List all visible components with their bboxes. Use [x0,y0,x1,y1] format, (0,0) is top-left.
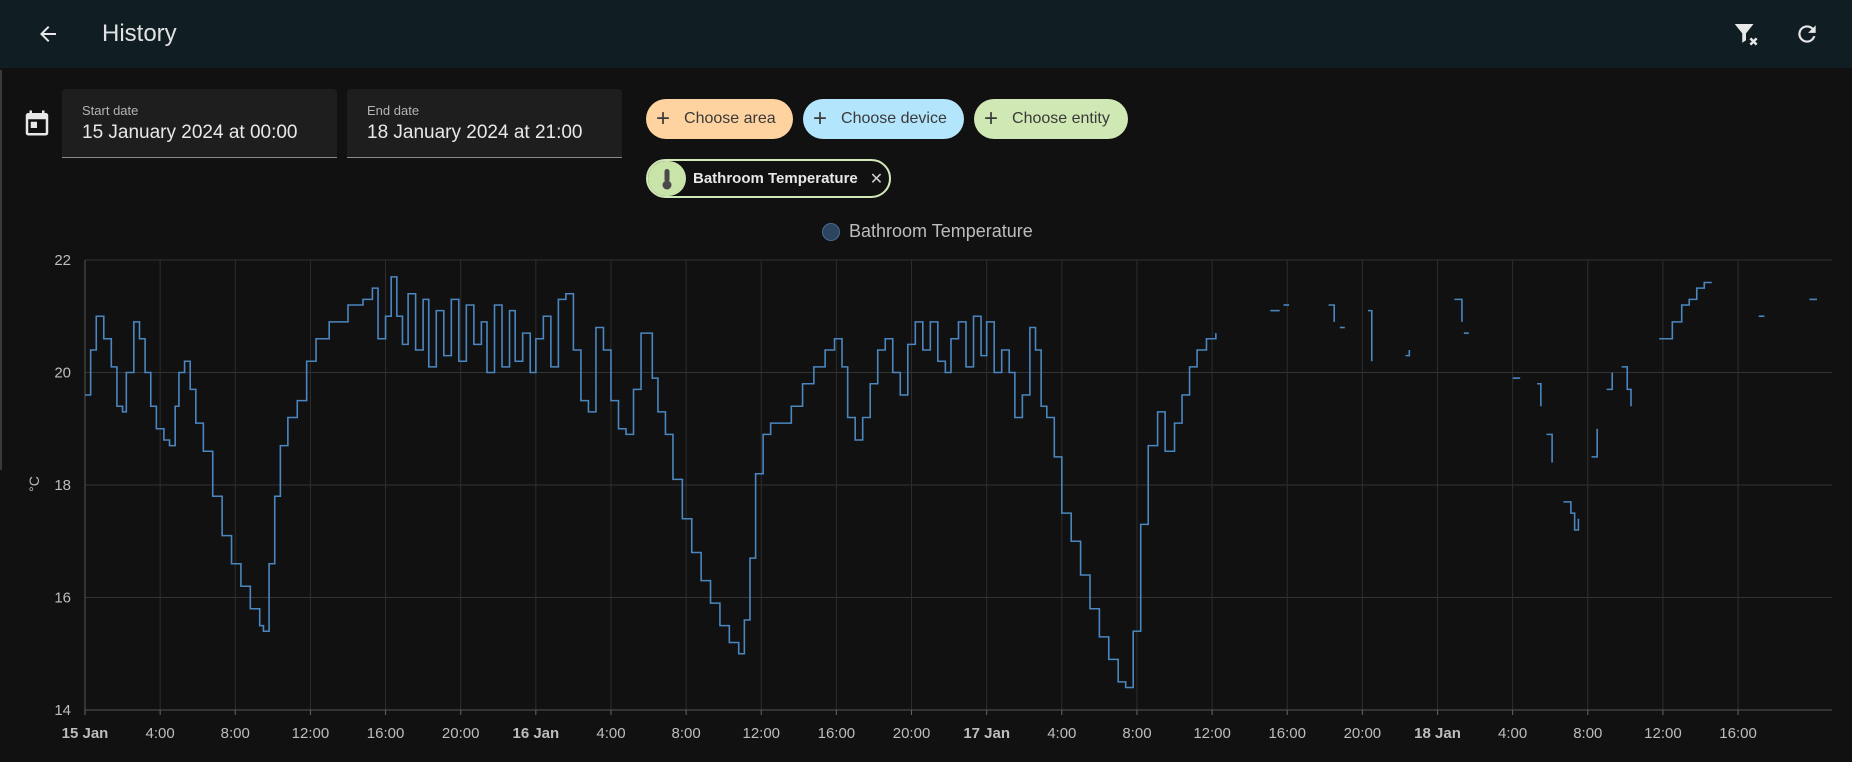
x-tick-label: 16:00 [367,725,405,742]
series-segment [1368,309,1373,362]
x-tick-label: 4:00 [146,725,175,742]
y-tick-label: 14 [54,702,71,719]
x-tick-label: 8:00 [672,725,701,742]
series-segment [1606,372,1614,391]
x-tick-label: 4:00 [596,725,625,742]
y-tick-label: 22 [54,252,71,269]
series-line-bathroom-temperature [85,276,1217,689]
x-tick-label: 20:00 [1344,725,1382,742]
series-segment [1454,298,1463,322]
series-segment [1328,304,1335,322]
x-tick-label: 8:00 [221,725,250,742]
x-tick-label: 17 Jan [963,725,1010,742]
y-tick-label: 16 [54,590,71,607]
x-tick-label: 8:00 [1122,725,1151,742]
x-tick-label: 4:00 [1498,725,1527,742]
x-tick-label: 12:00 [1644,725,1682,742]
series-segment [1537,382,1542,407]
y-tick-label: 20 [54,365,71,382]
series-segment [1563,501,1580,531]
series-segment [1546,433,1553,463]
x-tick-label: 4:00 [1047,725,1076,742]
x-tick-label: 18 Jan [1414,725,1461,742]
series-segment [1591,428,1598,458]
x-tick-label: 16:00 [1268,725,1306,742]
x-tick-label: 16:00 [818,725,856,742]
x-tick-label: 16 Jan [512,725,559,742]
x-tick-label: 20:00 [442,725,480,742]
x-tick-label: 12:00 [292,725,330,742]
series-segment [1659,281,1712,340]
x-tick-label: 8:00 [1573,725,1602,742]
history-chart: 14 16 18 20 22 15 Jan 4:00 8:00 12:00 16:00 20:00 1… [54,252,1832,742]
x-tick-label: 20:00 [893,725,931,742]
series-segment [1405,350,1411,357]
y-tick-label: 18 [54,477,71,494]
x-tick-label: 12:00 [742,725,780,742]
x-tick-label: 16:00 [1719,725,1757,742]
x-tick-label: 15 Jan [62,725,109,742]
x-tick-label: 12:00 [1193,725,1231,742]
